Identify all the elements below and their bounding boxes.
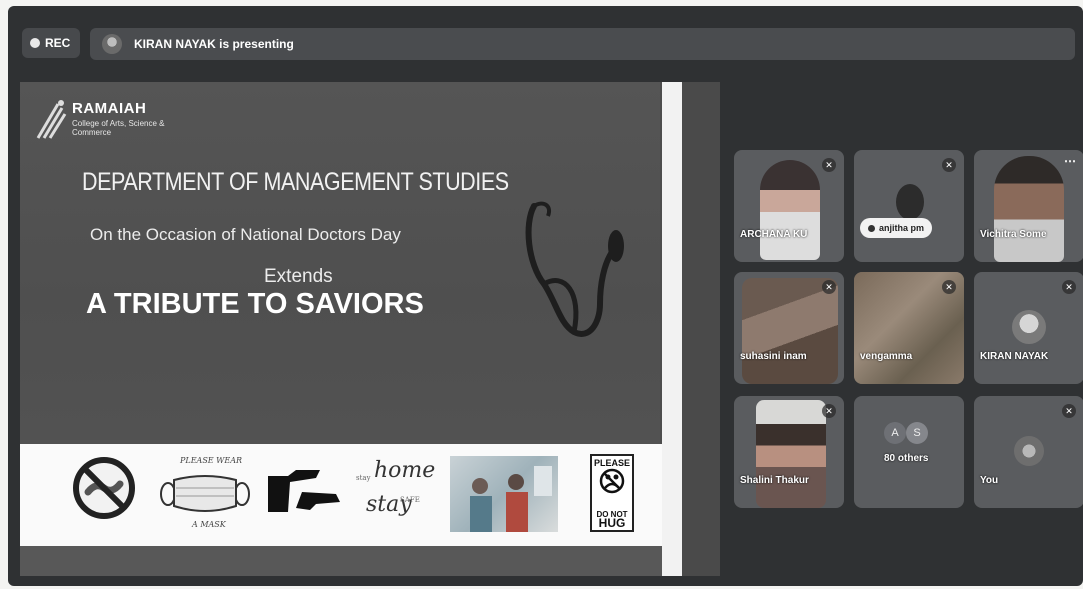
brand-name: RAMAIAH [72, 100, 147, 117]
mic-off-icon: ✕ [942, 158, 956, 172]
stay-safe-word: SAFE [400, 496, 420, 504]
recording-indicator[interactable]: REC [22, 28, 80, 58]
stay-small-1: stay [356, 474, 371, 482]
extends-text: Extends [264, 266, 333, 287]
participant-name: suhasini inam [740, 351, 807, 362]
mic-off-icon: ✕ [822, 158, 836, 172]
stay-home-word: home [374, 458, 436, 483]
stay-home-stay-safe-graphic: stay home stay SAFE [356, 452, 435, 532]
sign-top-text: PLEASE [593, 458, 630, 468]
no-hug-icon [599, 468, 625, 494]
tribute-heading: A TRIBUTE TO SAVIORS [86, 288, 424, 320]
meeting-screen: REC KIRAN NAYAK is presenting RAMAIAH Co… [8, 6, 1083, 586]
participant-name: KIRAN NAYAK [980, 351, 1049, 362]
doctor-figures-icon [470, 466, 552, 532]
department-title: DEPARTMENT OF MANAGEMENT STUDIES [82, 168, 509, 196]
slide-edge [682, 82, 720, 576]
mask-caption-bottom: A MASK [192, 520, 226, 529]
no-handshake-icon [73, 457, 135, 519]
participant-video [756, 400, 826, 508]
participant-tile-shalini[interactable]: ✕ Shalini Thakur [734, 396, 844, 508]
shared-slide: RAMAIAH College of Arts, Science & Comme… [20, 82, 720, 576]
participant-tile-archana[interactable]: ✕ ARCHANA KU [734, 150, 844, 262]
presenting-text: KIRAN NAYAK is presenting [134, 37, 294, 51]
more-options-icon[interactable]: ⋯ [1064, 154, 1076, 168]
mic-off-icon: ✕ [1062, 280, 1076, 294]
participant-name: Vichitra Some [980, 229, 1047, 240]
face-mask-icon [160, 475, 250, 512]
doctor-photo [450, 456, 558, 532]
mic-off-icon: ✕ [942, 280, 956, 294]
do-not-hug-sign: PLEASE DO NOT HUG [590, 454, 634, 532]
others-avatar-s: S [906, 422, 928, 444]
others-count: 80 others [884, 453, 929, 464]
speaking-icon [868, 224, 875, 232]
occasion-text: On the Occasion of National Doctors Day [90, 225, 401, 244]
record-dot-icon [30, 38, 40, 48]
participant-video [994, 156, 1064, 262]
participant-tile-anjitha[interactable]: ✕ anjitha pm [854, 150, 964, 262]
slide-divider [662, 82, 682, 576]
brand-subtitle: College of Arts, Science & Commerce [72, 119, 165, 137]
mic-off-icon: ✕ [1062, 404, 1076, 418]
mic-off-icon: ✕ [822, 404, 836, 418]
participant-avatar [896, 184, 924, 220]
participant-tile-others[interactable]: A S 80 others [854, 396, 964, 508]
speaking-chip: anjitha pm [860, 218, 933, 238]
mic-off-icon: ✕ [822, 280, 836, 294]
presenter-banner[interactable]: KIRAN NAYAK is presenting [90, 28, 1075, 60]
participant-tile-kiran[interactable]: ✕ KIRAN NAYAK [974, 272, 1083, 384]
presenter-avatar [102, 34, 122, 54]
mask-caption-top: PLEASE WEAR [180, 456, 243, 465]
sign-bottom-text: HUG [598, 516, 626, 530]
participant-name: anjitha pm [879, 223, 925, 233]
rec-label: REC [45, 36, 71, 50]
participant-name: vengamma [860, 351, 913, 362]
participant-name: You [980, 475, 999, 486]
ramaiah-logo-icon [36, 100, 67, 139]
participant-tile-vengamma[interactable]: ✕ vengamma [854, 272, 964, 384]
others-avatar-a: A [884, 422, 906, 444]
participant-name: ARCHANA KU [740, 229, 808, 240]
participant-video [760, 160, 820, 260]
slide-footer [20, 546, 662, 576]
participant-avatar [1014, 436, 1044, 466]
participant-tile-vichitra[interactable]: ⋯ Vichitra Some [974, 150, 1083, 262]
participant-tile-suhasini[interactable]: ✕ suhasini inam [734, 272, 844, 384]
participant-avatar [1012, 310, 1046, 344]
social-distancing-icon [268, 470, 340, 512]
participant-video [742, 278, 838, 384]
stethoscope-icon [525, 201, 624, 337]
participant-name: Shalini Thakur [740, 475, 809, 486]
participant-tile-you[interactable]: ✕ You [974, 396, 1083, 508]
